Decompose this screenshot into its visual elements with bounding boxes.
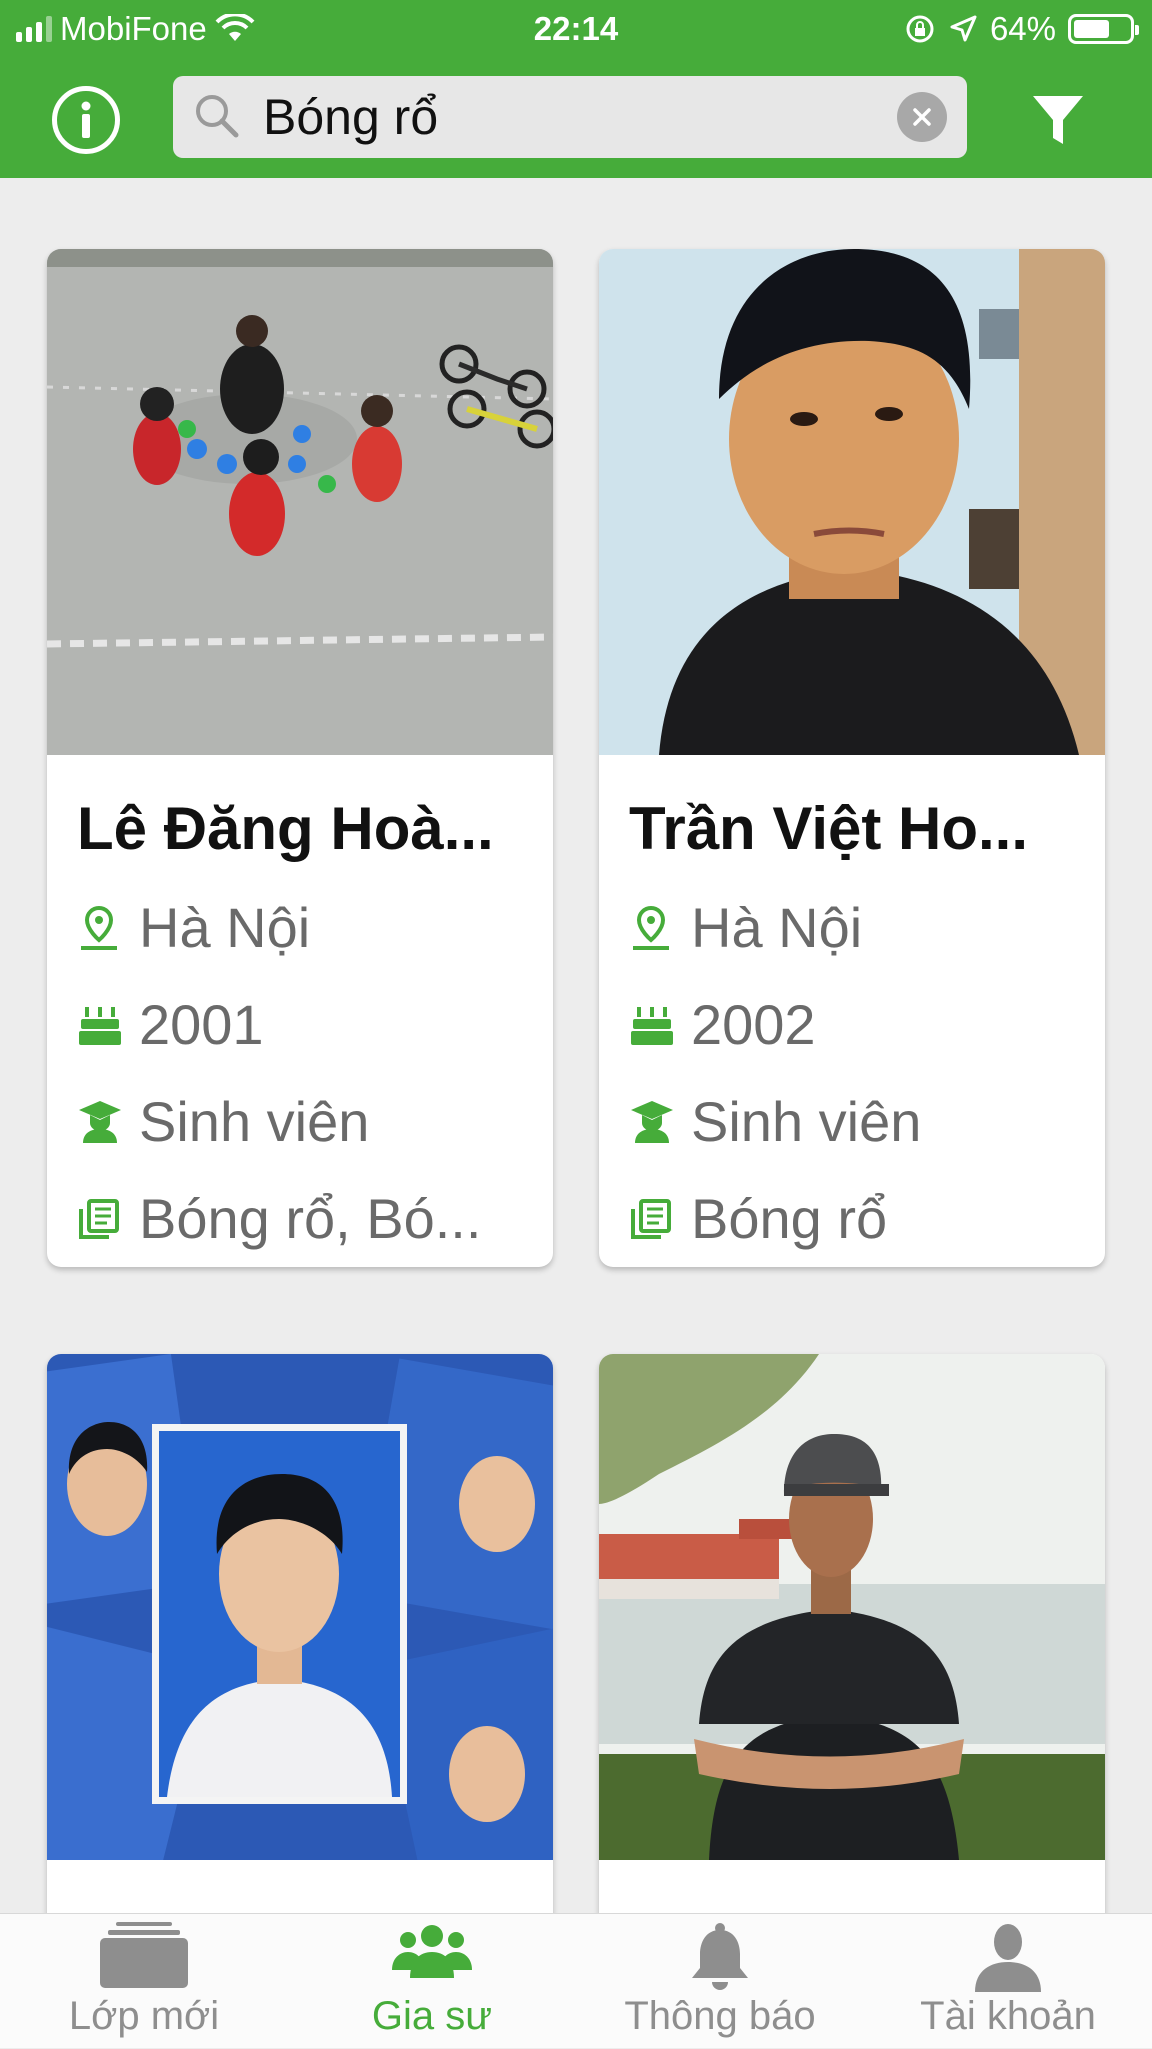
tab-label: Gia sư [371,1994,493,2038]
tutor-location-row: Hà Nội [629,879,1075,976]
tutor-subjects: Bóng rổ, Bó... [139,1187,482,1250]
tab-tutors[interactable]: Gia sư [288,1914,576,2049]
tutor-occupation-row: Sinh viên [629,1073,1075,1170]
folder-icon [100,1922,188,1988]
status-bar: MobiFone 22:14 64% [0,0,1152,60]
tutor-occupation-row: Sinh viên [77,1073,523,1170]
info-button[interactable] [52,86,120,154]
birthday-cake-icon [77,1003,139,1047]
tutor-birth-row: 2001 [77,976,523,1073]
tutor-photo [47,249,553,755]
tutor-subjects: Bóng rổ [691,1187,888,1250]
graduation-cap-icon [629,1099,691,1145]
info-icon [81,101,91,138]
tutor-birth-row: 2002 [629,976,1075,1073]
tutor-birth-year: 2002 [691,993,816,1056]
tab-label: Thông báo [624,1994,816,2038]
tutor-name: Trần Việt Ho... [629,795,1028,862]
close-icon [913,108,931,126]
tutor-grid: Lê Đăng Hoà... Hà Nội 2001 Sinh viên Bón… [0,178,1152,1913]
location-pin-icon [629,904,691,952]
tutor-location: Hà Nội [691,896,863,959]
tab-label: Lớp mới [68,1994,220,2038]
tab-account[interactable]: Tài khoản [864,1914,1152,2049]
user-icon [975,1924,1041,1992]
filter-icon[interactable] [1030,92,1086,148]
birthday-cake-icon [629,1003,691,1047]
tutor-subjects-row: Bóng rổ [629,1170,1075,1267]
tab-new-classes[interactable]: Lớp mới [0,1914,288,2049]
location-arrow-icon [950,15,977,42]
group-icon [392,1925,472,1978]
status-indicators: 64% [904,10,1139,48]
clear-search-button[interactable] [897,92,947,142]
search-icon [196,95,239,138]
tutor-location: Hà Nội [139,896,311,959]
battery-percent: 64% [989,10,1056,47]
tab-label: Tài khoản [920,1994,1096,2038]
tutor-card[interactable] [47,1354,553,1913]
battery-icon [1068,14,1139,44]
book-list-icon [77,1197,139,1241]
tutor-name: Lê Đăng Hoà... [77,795,494,862]
search-input[interactable] [263,76,843,158]
bottom-tab-bar: Lớp mới Gia sư Thông báo Tài khoản [0,1913,1152,2048]
tutor-photo [599,249,1105,755]
bell-icon [692,1923,748,1990]
search-bar[interactable] [173,76,967,158]
tutor-card[interactable]: Trần Việt Ho... Hà Nội 2002 Sinh viên Bó… [599,249,1105,1267]
tutor-subjects-row: Bóng rổ, Bó... [77,1170,523,1267]
tutor-location-row: Hà Nội [77,879,523,976]
tutor-photo [599,1354,1105,1860]
tab-notifications[interactable]: Thông báo [576,1914,864,2049]
rotation-lock-icon [906,15,934,43]
tutor-occupation: Sinh viên [139,1090,370,1153]
tutor-card[interactable] [599,1354,1105,1913]
app-header: MobiFone 22:14 64% [0,0,1152,178]
tutor-birth-year: 2001 [139,993,264,1056]
book-list-icon [629,1197,691,1241]
tutor-photo [47,1354,553,1860]
graduation-cap-icon [77,1099,139,1145]
tutor-card[interactable]: Lê Đăng Hoà... Hà Nội 2001 Sinh viên Bón… [47,249,553,1267]
tutor-occupation: Sinh viên [691,1090,922,1153]
location-pin-icon [77,904,139,952]
